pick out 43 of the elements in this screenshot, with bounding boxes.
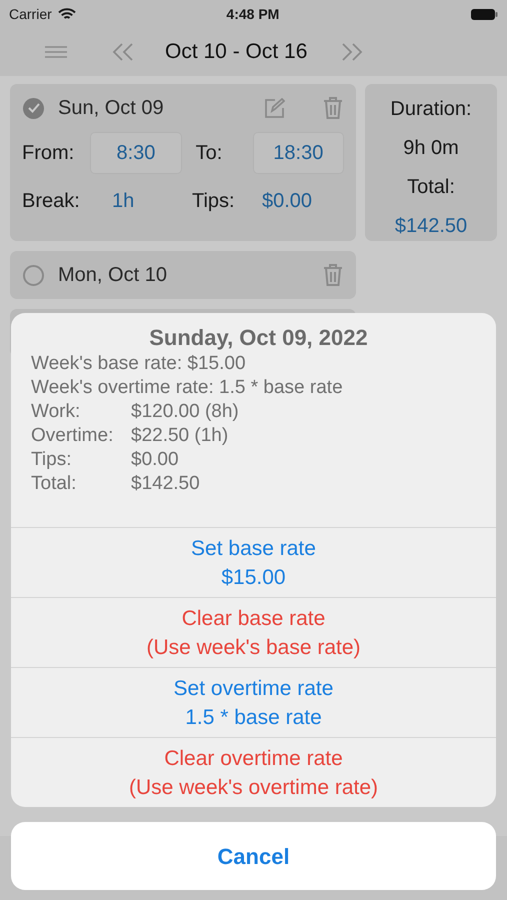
carrier-text: Carrier: [9, 4, 52, 24]
next-week-icon[interactable]: [341, 42, 364, 62]
rate-info: Week's overtime rate: 1.5 * base rate: [31, 376, 344, 400]
week-title: Oct 10 - Oct 16: [165, 39, 308, 66]
tips-label: Tips:: [192, 189, 236, 214]
sheet-title: Sunday, Oct 09, 2022: [148, 326, 369, 350]
trash-icon[interactable]: [323, 263, 343, 287]
rate-info: Week's base rate: $15.00: [31, 352, 247, 376]
to-time-field[interactable]: 18:30: [252, 132, 344, 174]
amount-label: Tips:: [31, 448, 72, 472]
wifi-icon: [58, 8, 76, 20]
clock-time: 4:48 PM: [226, 4, 280, 24]
amount-label: Total:: [31, 472, 78, 496]
from-time-field[interactable]: 8:30: [90, 132, 182, 174]
day-date: Sun, Oct 09: [58, 96, 164, 121]
duration-label: Duration:: [390, 97, 472, 122]
amount-value: $142.50: [131, 472, 200, 496]
battery-icon: [470, 8, 498, 20]
sheet-action[interactable]: Set base rate $15.00: [11, 527, 496, 597]
break-value[interactable]: 1h: [112, 186, 192, 216]
amount-label: Overtime:: [31, 424, 114, 448]
sheet-action[interactable]: Clear overtime rate (Use week's overtime rate): [11, 737, 496, 807]
amount-value: $0.00: [131, 448, 179, 472]
amount-value: $22.50 (1h): [131, 424, 228, 448]
to-label: To:: [196, 141, 224, 166]
tips-value[interactable]: $0.00: [262, 186, 312, 216]
total-label: Total:: [407, 175, 455, 200]
amount-value: $120.00 (8h): [131, 400, 239, 424]
from-label: From:: [22, 141, 76, 166]
duration-value: 9h 0m: [403, 136, 459, 161]
sheet-action[interactable]: Set overtime rate 1.5 * base rate: [11, 667, 496, 737]
day-date: Mon, Oct 10: [58, 263, 167, 288]
day-card[interactable]: Sun, Oct 09 From: 8:30 To: 18:30 Break: 1h Tips: $0.00: [10, 84, 356, 241]
menu-icon[interactable]: [45, 46, 67, 58]
total-value: $142.50: [394, 214, 468, 239]
trash-icon[interactable]: [323, 96, 343, 120]
day-card[interactable]: Mon, Oct 10: [10, 251, 356, 299]
amount-label: Work:: [31, 400, 82, 424]
sheet-action[interactable]: Clear base rate (Use week's base rate): [11, 597, 496, 667]
edit-icon[interactable]: [264, 98, 285, 118]
break-label: Break:: [22, 189, 81, 214]
previous-week-icon[interactable]: [112, 42, 134, 62]
cancel-button[interactable]: Cancel: [11, 822, 496, 890]
